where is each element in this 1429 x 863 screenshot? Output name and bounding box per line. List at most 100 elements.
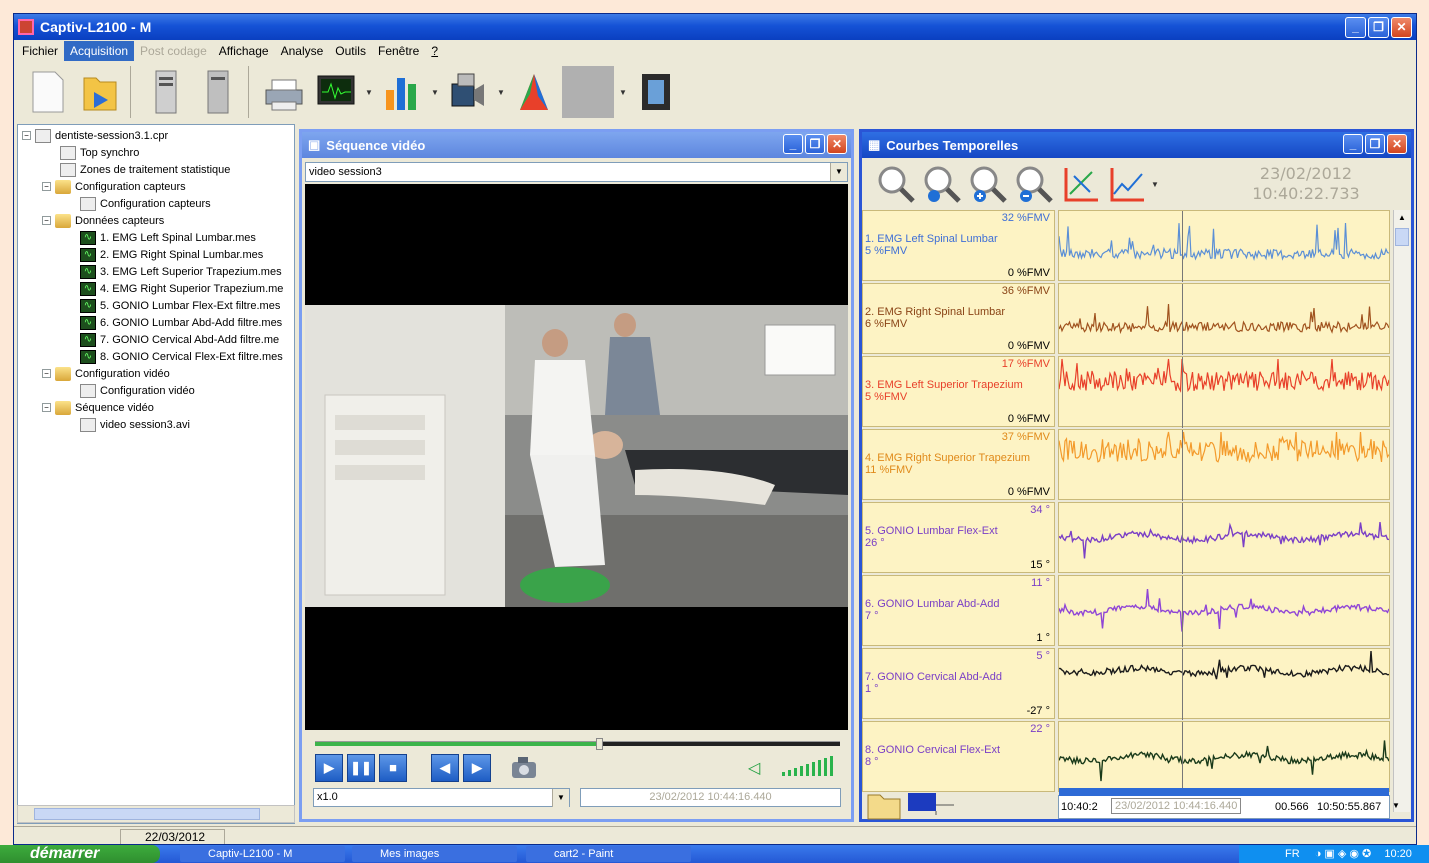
tree-item[interactable]: − Séquence vidéo <box>42 399 154 416</box>
curves-maximize-button[interactable]: ❐ <box>1365 134 1385 154</box>
curve-label-panel[interactable]: 11 ° 6. GONIO Lumbar Abd-Add 7 ° 1 ° <box>862 575 1055 646</box>
zoom-in-icon[interactable] <box>966 162 1010 206</box>
time-cursor-line[interactable] <box>1182 284 1183 355</box>
dropdown-arrow-icon[interactable]: ▼ <box>496 88 506 97</box>
video-progress-slider[interactable] <box>315 738 840 750</box>
tree-horizontal-scrollbar[interactable] <box>17 805 295 823</box>
curve-plot[interactable] <box>1058 575 1390 647</box>
curve-row[interactable]: 17 %FMV 3. EMG Left Superior Trapezium 5 %… <box>862 356 1398 428</box>
video-window-titlebar[interactable]: ▣ Séquence vidéo _ ❐ ✕ <box>302 132 851 158</box>
monitor-signal-icon[interactable] <box>312 66 360 118</box>
time-cursor-line[interactable] <box>1182 211 1183 282</box>
blank-tool-icon[interactable] <box>562 66 614 118</box>
tree-item[interactable]: ∿ 7. GONIO Cervical Abd-Add filtre.me <box>80 331 279 348</box>
tree-item[interactable]: ∿ 2. EMG Right Spinal Lumbar.mes <box>80 246 263 263</box>
curve-label-panel[interactable]: 32 %FMV 1. EMG Left Spinal Lumbar 5 %FMV 0 … <box>862 210 1055 281</box>
curve-row[interactable]: 36 %FMV 2. EMG Right Spinal Lumbar 6 %FMV 0… <box>862 283 1398 355</box>
tree-item[interactable]: Top synchro <box>60 144 139 161</box>
volume-level-icon[interactable] <box>780 754 840 778</box>
close-button[interactable]: ✕ <box>1391 17 1412 38</box>
menu-fichier[interactable]: Fichier <box>16 41 64 61</box>
new-file-icon[interactable] <box>24 66 72 118</box>
curve-label-panel[interactable]: 37 %FMV 4. EMG Right Superior Trapezium 11… <box>862 429 1055 500</box>
curves-window-titlebar[interactable]: ▦ Courbes Temporelles _ ❐ ✕ <box>862 132 1411 158</box>
minimize-button[interactable]: _ <box>1345 17 1366 38</box>
time-cursor-line[interactable] <box>1182 357 1183 428</box>
time-cursor-line[interactable] <box>1182 430 1183 501</box>
curve-plot[interactable] <box>1058 502 1390 574</box>
video-camera-icon[interactable] <box>444 66 492 118</box>
curve-plot[interactable] <box>1058 721 1390 793</box>
axis-scale-icon[interactable] <box>1058 162 1102 206</box>
curve-row[interactable]: 37 %FMV 4. EMG Right Superior Trapezium 11… <box>862 429 1398 501</box>
video-frame[interactable] <box>305 184 848 730</box>
tree-item[interactable]: ∿ 4. EMG Right Superior Trapezium.me <box>80 280 283 297</box>
video-close-button[interactable]: ✕ <box>827 134 847 154</box>
curves-minimize-button[interactable]: _ <box>1343 134 1363 154</box>
curve-plot[interactable] <box>1058 356 1390 428</box>
color-swatch-icon[interactable] <box>906 791 956 817</box>
curve-label-panel[interactable]: 36 %FMV 2. EMG Right Spinal Lumbar 6 %FMV 0… <box>862 283 1055 354</box>
menu-help[interactable]: ? <box>425 41 444 61</box>
tree-item[interactable]: ∿ 3. EMG Left Superior Trapezium.mes <box>80 263 282 280</box>
task-paint[interactable]: cart2 - Paint <box>526 846 691 862</box>
next-frame-icon[interactable]: ▶ <box>463 754 491 782</box>
menu-post-codage[interactable]: Post codage <box>134 41 213 61</box>
task-captiv[interactable]: Captiv-L2100 - M <box>180 846 345 862</box>
server-config-icon[interactable] <box>194 66 242 118</box>
dropdown-arrow-icon[interactable]: ▼ <box>1150 180 1160 189</box>
menu-acquisition[interactable]: Acquisition <box>64 41 135 61</box>
menu-affichage[interactable]: Affichage <box>213 41 275 61</box>
tree-item[interactable]: − Configuration capteurs <box>42 178 186 195</box>
time-cursor-line[interactable] <box>1182 503 1183 574</box>
tree-item[interactable]: ∿ 8. GONIO Cervical Flex-Ext filtre.mes <box>80 348 283 365</box>
tree-item[interactable]: ∿ 6. GONIO Lumbar Abd-Add filtre.mes <box>80 314 282 331</box>
stop-icon[interactable]: ■ <box>379 754 407 782</box>
bar-chart-icon[interactable] <box>378 66 426 118</box>
time-cursor-line[interactable] <box>1182 576 1183 647</box>
curve-row[interactable]: 22 ° 8. GONIO Cervical Flex-Ext 8 ° <box>862 721 1398 793</box>
curve-row[interactable]: 11 ° 6. GONIO Lumbar Abd-Add 7 ° 1 ° <box>862 575 1398 647</box>
video-maximize-button[interactable]: ❐ <box>805 134 825 154</box>
server-icon[interactable] <box>142 66 190 118</box>
tree-root[interactable]: − dentiste-session3.1.cpr <box>22 127 168 144</box>
title-bar[interactable]: Captiv-L2100 - M _ ❐ ✕ <box>14 14 1416 40</box>
tree-item[interactable]: video session3.avi <box>80 416 190 433</box>
tree-item[interactable]: ∿ 5. GONIO Lumbar Flex-Ext filtre.mes <box>80 297 280 314</box>
start-button[interactable]: démarrer <box>0 845 160 863</box>
timeline-bar[interactable]: 10:40:2 23/02/2012 10:44:16.440 00.566 1… <box>1058 788 1390 819</box>
speaker-icon[interactable]: ◁ <box>748 758 768 778</box>
chevron-down-icon[interactable]: ▼ <box>552 789 569 807</box>
zoom-info-icon[interactable] <box>920 162 964 206</box>
menu-outils[interactable]: Outils <box>329 41 372 61</box>
dropdown-arrow-icon[interactable]: ▼ <box>618 88 628 97</box>
scroll-thumb[interactable] <box>1395 228 1409 246</box>
curve-plot[interactable] <box>1058 210 1390 282</box>
tree-item[interactable]: − Configuration vidéo <box>42 365 170 382</box>
collapse-toggle-icon[interactable]: − <box>42 182 51 191</box>
tree-item[interactable]: ∿ 1. EMG Left Spinal Lumbar.mes <box>80 229 256 246</box>
tray-icons[interactable]: ◑ ▣ ◈ ◉ ✪ <box>1315 848 1372 860</box>
playback-speed-select[interactable]: x1.0 ▼ <box>313 788 570 807</box>
tree-item[interactable]: Configuration vidéo <box>80 382 195 399</box>
previous-frame-icon[interactable]: ◀ <box>431 754 459 782</box>
video-minimize-button[interactable]: _ <box>783 134 803 154</box>
video-progress-thumb[interactable] <box>595 738 603 750</box>
tree-item[interactable]: Configuration capteurs <box>80 195 211 212</box>
open-folder-icon[interactable] <box>76 66 124 118</box>
video-source-select[interactable]: video session3 ▼ <box>305 162 848 182</box>
zoom-out-icon[interactable] <box>1012 162 1056 206</box>
curves-close-button[interactable]: ✕ <box>1387 134 1407 154</box>
curve-label-panel[interactable]: 17 %FMV 3. EMG Left Superior Trapezium 5 %… <box>862 356 1055 427</box>
printer-icon[interactable] <box>260 66 308 118</box>
dropdown-arrow-icon[interactable]: ▼ <box>364 88 374 97</box>
curve-display-icon[interactable] <box>1104 162 1148 206</box>
language-indicator[interactable]: FR <box>1285 848 1300 860</box>
time-cursor-line[interactable] <box>1182 649 1183 720</box>
snapshot-camera-icon[interactable] <box>509 752 539 784</box>
menu-fenetre[interactable]: Fenêtre <box>372 41 425 61</box>
collapse-toggle-icon[interactable]: − <box>42 403 51 412</box>
menu-analyse[interactable]: Analyse <box>275 41 330 61</box>
chevron-down-icon[interactable]: ▼ <box>1392 801 1400 810</box>
collapse-toggle-icon[interactable]: − <box>42 216 51 225</box>
